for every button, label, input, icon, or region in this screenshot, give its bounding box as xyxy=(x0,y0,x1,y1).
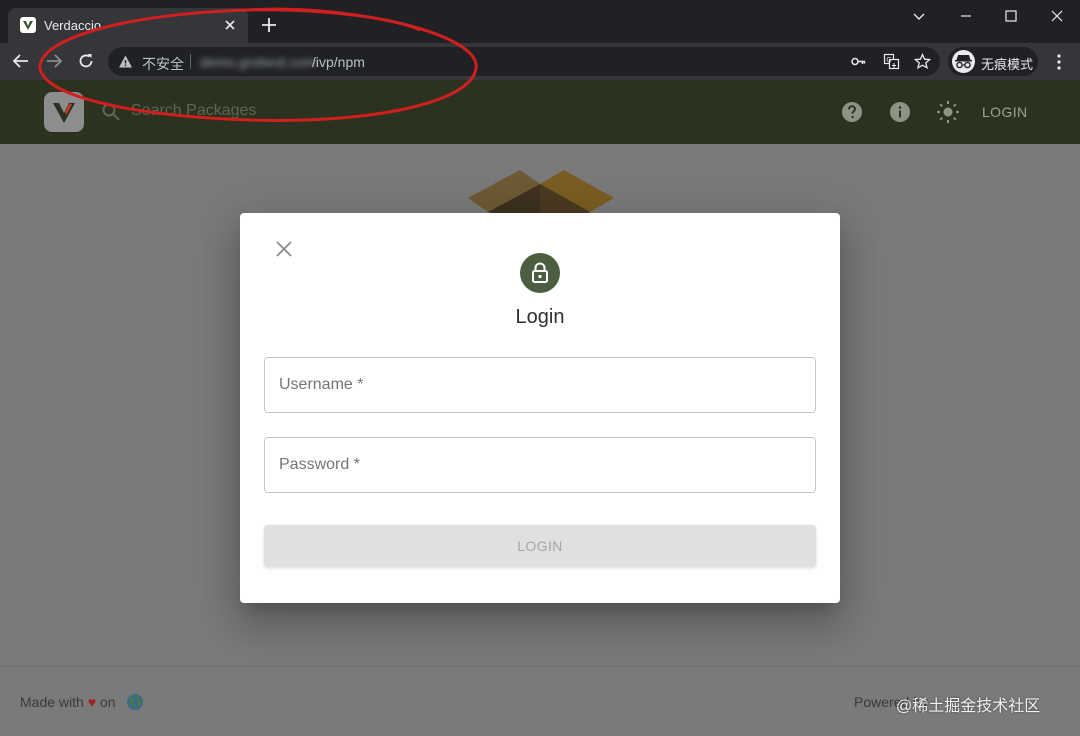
page-footer: Made with ♥ on Powered by @稀土掘金技术社区 xyxy=(0,666,1080,736)
username-input[interactable] xyxy=(265,358,815,412)
search-icon xyxy=(102,103,120,121)
theme-toggle-icon[interactable] xyxy=(936,100,960,124)
maximize-icon[interactable] xyxy=(1003,8,1019,24)
incognito-label: 无痕模式 xyxy=(981,57,1034,72)
watermark: @稀土掘金技术社区 xyxy=(896,698,1041,715)
globe-icon xyxy=(127,694,143,710)
verdaccio-favicon-icon xyxy=(20,17,36,33)
reload-icon[interactable] xyxy=(77,52,95,70)
translate-icon[interactable]: G xyxy=(883,53,900,70)
address-bar[interactable]: 不安全 demo.grobest.com /ivp/npm G xyxy=(108,47,940,76)
browser-tab-strip: Verdaccio xyxy=(0,0,1080,43)
login-submit-button[interactable]: LOGIN xyxy=(264,525,816,567)
username-field[interactable]: Username * xyxy=(264,357,816,413)
browser-menu-icon[interactable] xyxy=(1052,53,1066,71)
back-icon[interactable] xyxy=(12,52,30,70)
tab-title: Verdaccio xyxy=(44,18,102,33)
url-path: /ivp/npm xyxy=(312,54,365,70)
new-tab-icon[interactable] xyxy=(260,16,278,34)
heart-icon: ♥ xyxy=(87,694,97,710)
lock-icon xyxy=(520,253,560,293)
omnibox-divider xyxy=(190,54,191,69)
warning-icon[interactable] xyxy=(118,54,133,69)
insecure-label[interactable]: 不安全 xyxy=(142,54,184,74)
close-icon[interactable] xyxy=(274,239,294,259)
minimize-icon[interactable] xyxy=(958,8,974,24)
key-icon[interactable] xyxy=(850,53,867,70)
url-host: demo.grobest.com xyxy=(200,54,316,70)
star-icon[interactable] xyxy=(914,53,931,70)
dialog-title: Login xyxy=(515,306,565,328)
incognito-icon xyxy=(952,50,975,73)
made-with-text: Made with ♥ on xyxy=(20,694,116,710)
forward-icon[interactable] xyxy=(45,52,63,70)
window-close-icon[interactable] xyxy=(1049,8,1065,24)
search-input[interactable] xyxy=(131,98,451,124)
info-icon[interactable] xyxy=(888,100,912,124)
browser-toolbar: 不安全 demo.grobest.com /ivp/npm G 无痕模式 xyxy=(0,43,1080,80)
verdaccio-logo[interactable] xyxy=(44,92,84,132)
login-dialog: Login Username * Password * LOGIN xyxy=(240,213,840,603)
app-header: LOGIN xyxy=(0,80,1080,144)
header-login-button[interactable]: LOGIN xyxy=(982,104,1028,120)
help-icon[interactable] xyxy=(840,100,864,124)
svg-text:G: G xyxy=(886,56,891,64)
browser-tab[interactable]: Verdaccio xyxy=(8,8,248,43)
chevron-down-icon[interactable] xyxy=(911,8,927,24)
incognito-profile-button[interactable]: 无痕模式 xyxy=(948,47,1038,76)
password-input[interactable] xyxy=(265,438,815,492)
password-field[interactable]: Password * xyxy=(264,437,816,493)
tab-close-icon[interactable] xyxy=(222,17,238,33)
